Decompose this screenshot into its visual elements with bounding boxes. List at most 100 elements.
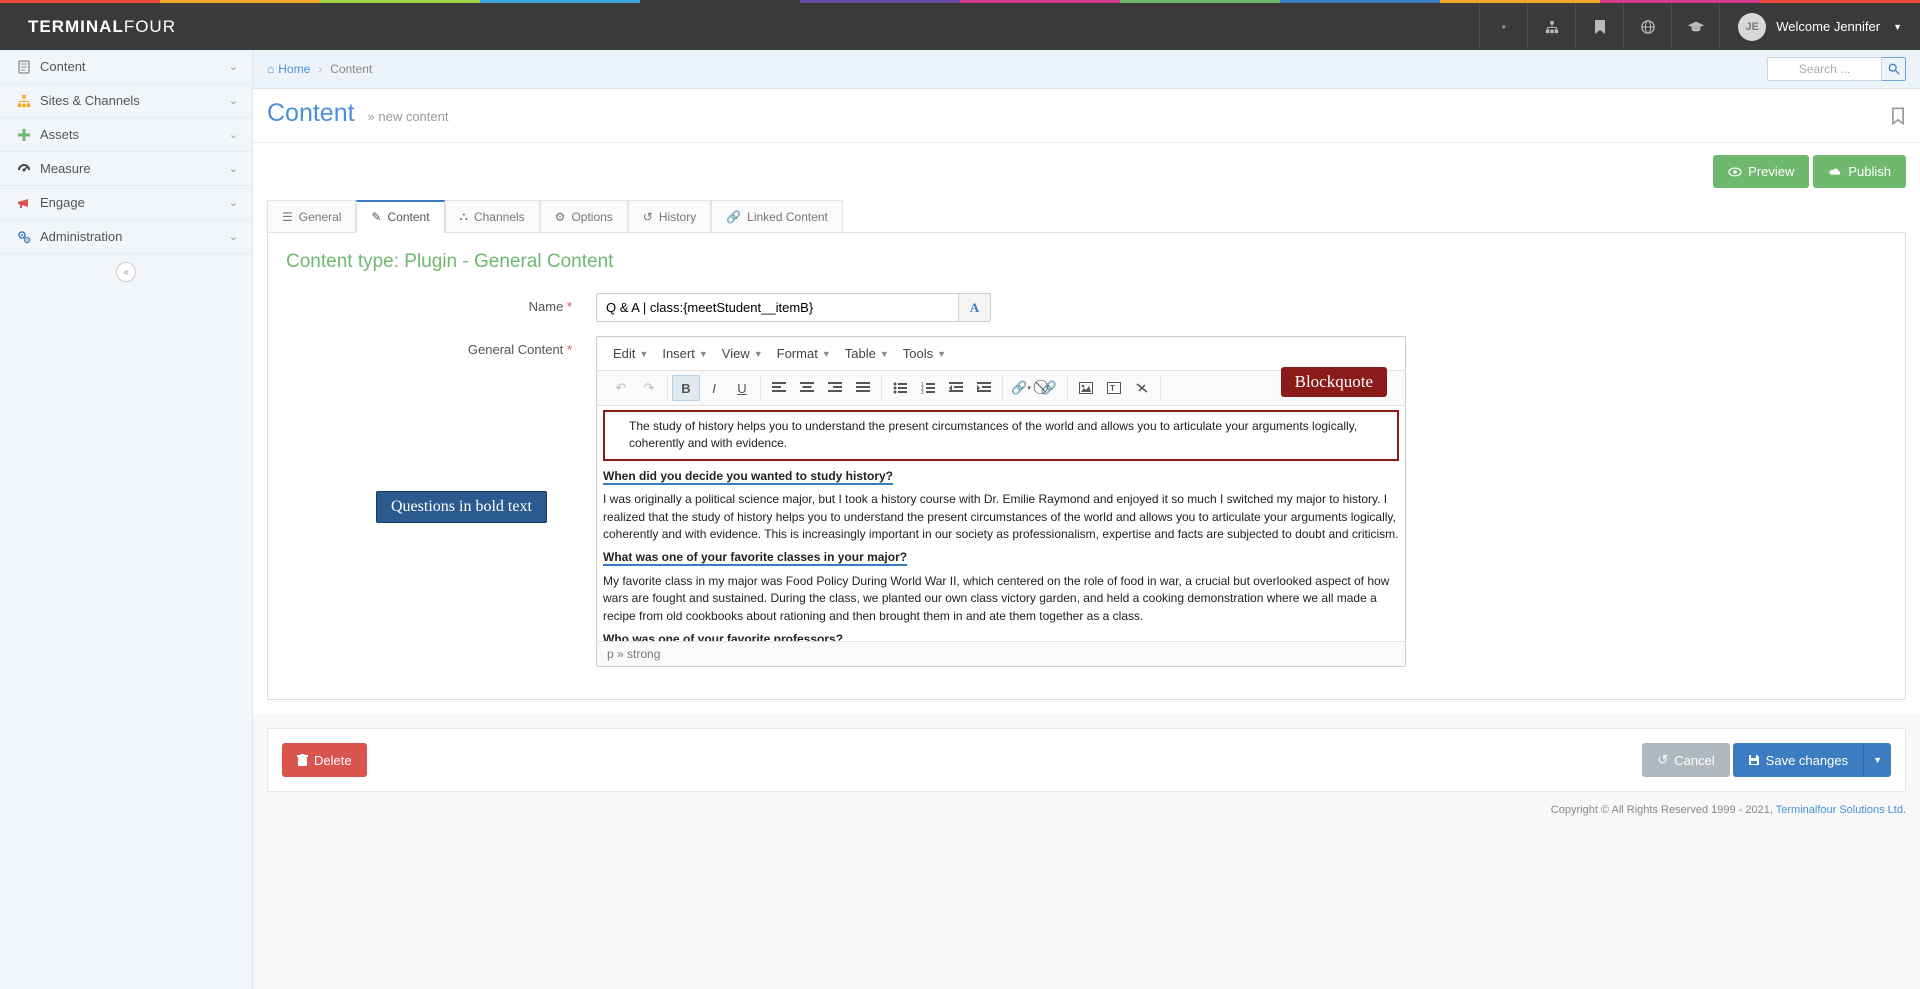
undo-button[interactable]: ↶ [607, 375, 635, 401]
menu-insert[interactable]: Insert▼ [656, 343, 713, 364]
action-buttons: Preview Publish [253, 143, 1920, 200]
delete-button[interactable]: Delete [282, 743, 367, 777]
plus-icon [14, 128, 34, 142]
chevron-down-icon: ⌄ [229, 128, 238, 141]
question-text: Who was one of your favorite professors? [603, 632, 843, 641]
menu-tools[interactable]: Tools▼ [897, 343, 952, 364]
main-content: ⌂ Home › Content Content » new content [253, 50, 1920, 989]
page-heading: Content » new content [253, 89, 1920, 143]
sidebar-collapse[interactable]: « [0, 254, 252, 290]
search-button[interactable] [1882, 57, 1906, 81]
publish-button[interactable]: Publish [1813, 155, 1906, 188]
cloud-icon [1828, 166, 1842, 178]
graduation-icon[interactable] [1671, 3, 1719, 50]
cogs-icon [14, 230, 34, 244]
chevron-down-icon: ⌄ [229, 162, 238, 175]
bookmark-icon[interactable] [1575, 3, 1623, 50]
form-footer: Delete ↺ Cancel Save changes ▼ [267, 728, 1906, 792]
chevron-left-double-icon: « [116, 262, 136, 282]
breadcrumb-current: Content [330, 62, 372, 76]
globe-icon[interactable] [1623, 3, 1671, 50]
menu-table[interactable]: Table▼ [839, 343, 895, 364]
caret-down-icon: ▼ [1873, 755, 1882, 765]
footer-link[interactable]: Terminalfour Solutions Ltd. [1776, 804, 1906, 816]
status-dot-icon[interactable]: ● [1479, 3, 1527, 50]
menu-format[interactable]: Format▼ [771, 343, 837, 364]
chevron-down-icon: ⌄ [229, 230, 238, 243]
sitemap-icon: ⛬ [460, 209, 468, 224]
home-icon: ⌂ [267, 62, 274, 76]
link-button[interactable]: 🔗▾ [1007, 375, 1035, 401]
caret-down-icon: ▼ [1893, 22, 1902, 32]
name-input[interactable] [596, 293, 959, 322]
cancel-button[interactable]: ↺ Cancel [1642, 743, 1729, 777]
sidebar-label: Assets [40, 127, 79, 142]
tab-linked[interactable]: 🔗Linked Content [711, 200, 843, 233]
brand-logo: TERMINALFOUR [28, 17, 176, 37]
questions-bold-annotation: Questions in bold text [376, 491, 547, 523]
button-label: Cancel [1674, 753, 1714, 768]
sidebar-item-admin[interactable]: Administration ⌄ [0, 220, 252, 254]
breadcrumb-home[interactable]: Home [278, 62, 310, 76]
sitemap-icon[interactable] [1527, 3, 1575, 50]
user-menu[interactable]: JE Welcome Jennifer ▼ [1719, 3, 1920, 50]
breadcrumb-separator: › [318, 62, 322, 76]
underline-button[interactable]: U [728, 375, 756, 401]
search-icon [1888, 63, 1900, 75]
eye-icon [1728, 167, 1742, 177]
sidebar-item-measure[interactable]: Measure ⌄ [0, 152, 252, 186]
bold-button[interactable]: B [672, 375, 700, 401]
tab-history[interactable]: ↺History [628, 200, 711, 233]
sidebar-label: Administration [40, 229, 122, 244]
menu-edit[interactable]: Edit▼ [607, 343, 654, 364]
image-button[interactable] [1072, 375, 1100, 401]
question-text: When did you decide you wanted to study … [603, 469, 893, 483]
indent-button[interactable] [970, 375, 998, 401]
sidebar-item-content[interactable]: Content ⌄ [0, 50, 252, 84]
blockquote-selection: The study of history helps you to unders… [603, 410, 1399, 461]
clear-format-button[interactable] [1128, 375, 1156, 401]
dashboard-icon [14, 162, 34, 176]
rich-text-editor: Edit▼ Insert▼ View▼ Format▼ Table▼ Tools… [596, 336, 1406, 667]
content-tabs: ☰General ✎Content ⛬Channels ⚙Options ↺Hi… [267, 200, 1906, 233]
align-center-button[interactable] [793, 375, 821, 401]
sidebar-item-engage[interactable]: Engage ⌄ [0, 186, 252, 220]
text-style-addon[interactable]: A [959, 293, 991, 322]
tab-content[interactable]: ✎Content [356, 200, 444, 233]
align-right-button[interactable] [821, 375, 849, 401]
answer-text: I was originally a political science maj… [597, 488, 1405, 546]
save-button[interactable]: Save changes [1733, 743, 1863, 777]
sidebar-label: Engage [40, 195, 85, 210]
number-list-button[interactable]: 123 [914, 375, 942, 401]
tab-channels[interactable]: ⛬Channels [445, 200, 540, 233]
chevron-down-icon: ⌄ [229, 94, 238, 107]
search-input[interactable] [1767, 57, 1882, 81]
sidebar-label: Content [40, 59, 86, 74]
button-label: Save changes [1766, 753, 1848, 768]
align-left-button[interactable] [765, 375, 793, 401]
svg-text:3: 3 [921, 390, 924, 394]
preview-button[interactable]: Preview [1713, 155, 1809, 188]
document-icon [14, 60, 34, 74]
menu-view[interactable]: View▼ [716, 343, 769, 364]
bullet-list-button[interactable] [886, 375, 914, 401]
tab-general[interactable]: ☰General [267, 200, 356, 233]
trash-icon [297, 754, 308, 766]
sliders-icon: ☰ [282, 210, 293, 224]
italic-button[interactable]: I [700, 375, 728, 401]
editor-status-path: p » strong [597, 641, 1405, 666]
top-header: TERMINALFOUR ● JE Welcome Jennifer ▼ [0, 3, 1920, 50]
align-justify-button[interactable] [849, 375, 877, 401]
undo-icon: ↺ [1657, 752, 1668, 768]
media-button[interactable]: T [1100, 375, 1128, 401]
sidebar-item-assets[interactable]: Assets ⌄ [0, 118, 252, 152]
sidebar-item-sites[interactable]: Sites & Channels ⌄ [0, 84, 252, 118]
bookmark-toggle[interactable] [1890, 107, 1906, 128]
editor-content-area[interactable]: The study of history helps you to unders… [597, 406, 1405, 641]
save-dropdown-toggle[interactable]: ▼ [1863, 743, 1891, 777]
editor-menubar: Edit▼ Insert▼ View▼ Format▼ Table▼ Tools… [597, 337, 1405, 371]
redo-button[interactable]: ↷ [635, 375, 663, 401]
tab-options[interactable]: ⚙Options [540, 200, 628, 233]
outdent-button[interactable] [942, 375, 970, 401]
unlink-button[interactable]: 🔗⃠ [1035, 375, 1063, 401]
